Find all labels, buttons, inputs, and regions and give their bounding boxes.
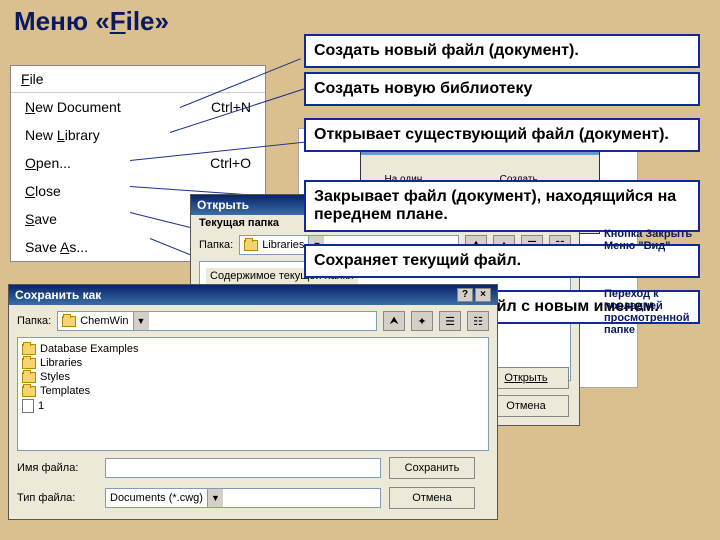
new-folder-icon[interactable]: ✦ xyxy=(411,311,433,331)
help-icon[interactable]: ? xyxy=(457,288,473,302)
folder-combo-value: ChemWin xyxy=(80,315,128,327)
shortcut: Ctrl+O xyxy=(210,155,251,171)
callout-close: Закрывает файл (документ), находящийся н… xyxy=(304,180,700,232)
folder-icon xyxy=(22,344,36,355)
callout-open: Открывает существующий файл (документ). xyxy=(304,118,700,152)
page-title: Меню «File» xyxy=(14,6,169,37)
filetype-combo[interactable]: Documents (*.cwg) ▼ xyxy=(105,488,381,508)
filetype-value: Documents (*.cwg) xyxy=(110,492,203,504)
up-level-icon[interactable]: ⮝ xyxy=(383,311,405,331)
list-item[interactable]: Templates xyxy=(22,384,484,398)
menu-item-new-document[interactable]: New Document Ctrl+N xyxy=(11,93,265,121)
menu-item-open[interactable]: Open... Ctrl+O xyxy=(11,149,265,177)
folder-icon xyxy=(244,240,258,251)
folder-icon xyxy=(62,316,76,327)
folder-combo[interactable]: ChemWin ▼ xyxy=(57,311,377,331)
callout-new-file: Создать новый файл (документ). xyxy=(304,34,700,68)
cancel-button[interactable]: Отмена xyxy=(389,487,475,509)
filename-label: Имя файла: xyxy=(17,462,97,474)
list-view-icon[interactable]: ☰ xyxy=(439,311,461,331)
filename-input[interactable] xyxy=(105,458,381,478)
saveas-titlebar: Сохранить как ? × xyxy=(9,285,497,305)
open-dialog-title: Открыть xyxy=(197,198,249,212)
list-item[interactable]: Database Examples xyxy=(22,342,484,356)
list-item[interactable]: Libraries xyxy=(22,356,484,370)
callout-new-library: Создать новую библиотеку xyxy=(304,72,700,106)
details-view-icon[interactable]: ☷ xyxy=(467,311,489,331)
save-as-dialog: Сохранить как ? × Папка: ChemWin ▼ ⮝ ✦ ☰… xyxy=(8,284,498,520)
filetype-label: Тип файла: xyxy=(17,492,97,504)
papka-label: Папка: xyxy=(17,315,51,327)
side-note-close-view: Кнопка Закрыть Меню "Вид" xyxy=(604,228,710,252)
saveas-title: Сохранить как xyxy=(15,288,101,302)
papka-label: Папка: xyxy=(199,239,233,251)
list-item[interactable]: Styles xyxy=(22,370,484,384)
close-icon[interactable]: × xyxy=(475,288,491,302)
file-icon xyxy=(22,399,34,413)
folder-combo-value: Libraries xyxy=(262,239,304,251)
saveas-file-list[interactable]: Database Examples Libraries Styles Templ… xyxy=(17,337,489,451)
folder-icon xyxy=(22,358,36,369)
menu-item-new-library[interactable]: New Library xyxy=(11,121,265,149)
chevron-down-icon[interactable]: ▼ xyxy=(207,489,223,507)
save-button[interactable]: Сохранить xyxy=(389,457,475,479)
folder-icon xyxy=(22,372,36,383)
folder-icon xyxy=(22,386,36,397)
list-item[interactable]: 1 xyxy=(22,398,484,414)
side-note-last-folder: Переход к последней просмотренной папке xyxy=(604,288,716,336)
chevron-down-icon[interactable]: ▼ xyxy=(133,312,149,330)
